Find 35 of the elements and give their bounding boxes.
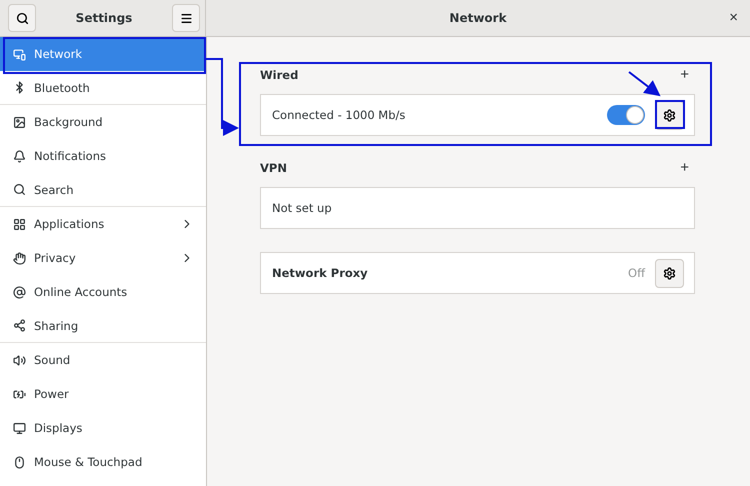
search-button[interactable]	[8, 4, 36, 32]
proxy-row[interactable]: Network Proxy Off	[260, 252, 695, 294]
hand-icon	[13, 252, 26, 264]
search-icon	[13, 183, 26, 196]
gear-icon	[663, 266, 676, 280]
bell-icon	[13, 150, 26, 162]
at-sign-icon	[13, 286, 26, 298]
add-button[interactable]: +	[674, 160, 695, 176]
pointer-arrow	[628, 71, 661, 96]
search-icon	[16, 12, 28, 24]
gear-icon	[663, 108, 676, 122]
sidebar-title: Settings	[76, 11, 132, 25]
window-title: Network	[449, 11, 507, 25]
monitor-icon	[13, 422, 26, 434]
row-label: Network Proxy	[272, 266, 369, 280]
section-title: Wired	[260, 68, 298, 82]
add-button[interactable]: +	[674, 67, 695, 83]
speaker-icon	[13, 354, 26, 366]
bluetooth-icon	[13, 81, 26, 94]
close-button[interactable]: ×	[729, 9, 738, 27]
grid-icon	[13, 218, 26, 230]
image-icon	[13, 116, 26, 128]
monitor-icon	[13, 48, 26, 60]
share-icon	[13, 319, 26, 332]
mouse-icon	[13, 456, 26, 468]
connection-status: Connected - 1000 Mb/s	[272, 108, 406, 122]
section-title: VPN	[260, 161, 287, 175]
row-label: Not set up	[272, 201, 333, 215]
menu-icon	[180, 12, 192, 24]
settings-button[interactable]	[655, 258, 684, 288]
battery-icon	[13, 388, 26, 400]
proxy-status: Off	[628, 266, 645, 280]
sidebar-item[interactable]: Network	[0, 37, 206, 71]
toggle-switch[interactable]	[607, 105, 645, 125]
menu-button[interactable]	[172, 4, 200, 32]
